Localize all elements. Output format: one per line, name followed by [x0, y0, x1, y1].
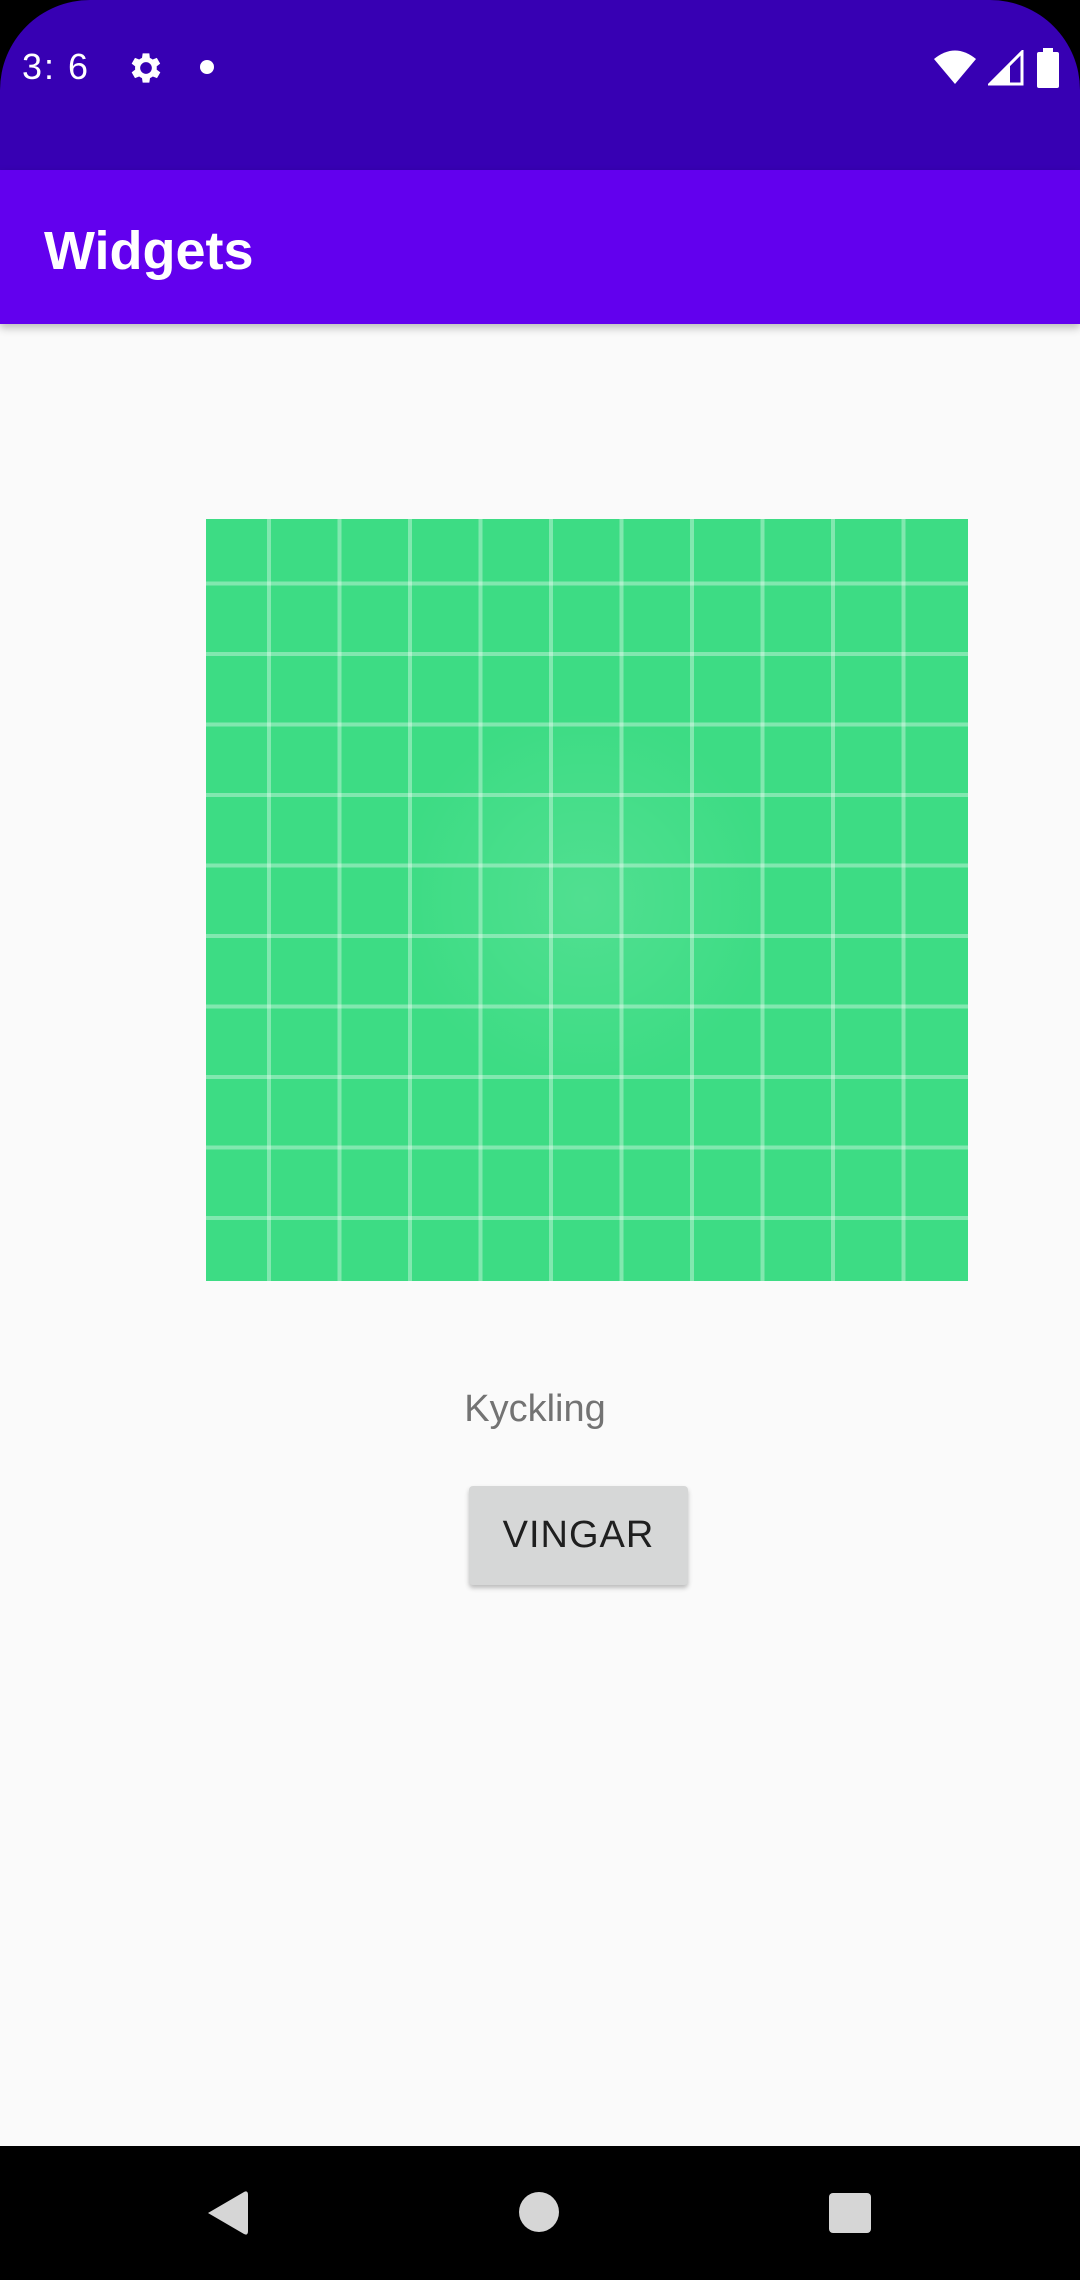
notification-dot-icon	[200, 60, 214, 74]
vingar-button[interactable]: VINGAR	[469, 1486, 688, 1585]
app-bar: Widgets	[0, 170, 1080, 324]
grid-highlight	[396, 709, 776, 1089]
phone-screen: 3: 6 Widgets Kyckling VINGAR	[0, 0, 1080, 2280]
gear-icon	[131, 53, 161, 83]
status-time: 3: 6	[22, 46, 91, 87]
green-grid-image	[206, 519, 968, 1281]
signal-icon	[988, 50, 1024, 86]
status-icons	[934, 48, 1060, 88]
battery-icon	[1037, 48, 1059, 88]
navigation-bar	[0, 2146, 1080, 2280]
item-label: Kyckling	[464, 1388, 606, 1430]
main-content: Kyckling VINGAR	[0, 324, 1080, 2146]
wifi-icon	[934, 50, 976, 84]
status-bar: 3: 6	[0, 0, 1080, 170]
home-icon[interactable]	[519, 2192, 559, 2232]
app-title: Widgets	[44, 221, 254, 281]
back-icon[interactable]	[204, 2189, 248, 2237]
recents-icon[interactable]	[829, 2193, 871, 2233]
